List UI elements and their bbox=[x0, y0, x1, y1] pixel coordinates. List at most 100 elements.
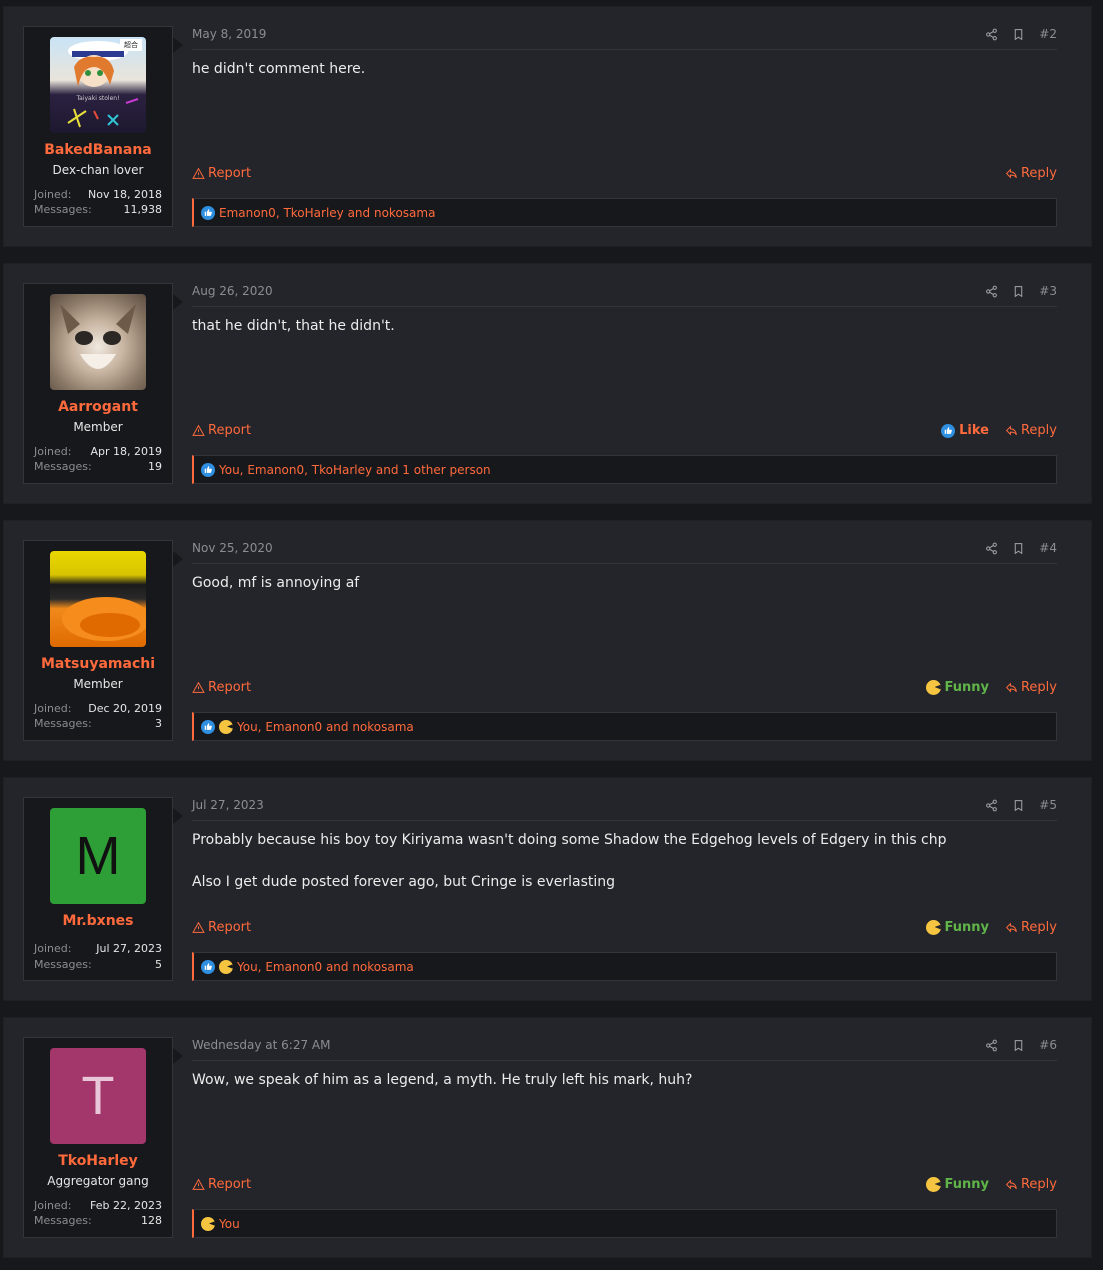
post-5: M Mr.bxnes Joined: Jul 27, 2023 Messages:… bbox=[3, 777, 1092, 1001]
joined-row: Joined: Nov 18, 2018 bbox=[34, 188, 162, 201]
reply-label: Reply bbox=[1020, 423, 1057, 438]
joined-row: Joined: Dec 20, 2019 bbox=[34, 702, 162, 715]
post-date[interactable]: Nov 25, 2020 bbox=[192, 541, 273, 555]
user-arrow bbox=[173, 1048, 183, 1064]
funny-reaction-icon bbox=[201, 1216, 215, 1231]
warning-icon bbox=[192, 921, 205, 934]
report-label: Report bbox=[208, 166, 252, 181]
report-label: Report bbox=[208, 920, 252, 935]
post-actions: Report Like Reply bbox=[192, 423, 1057, 443]
reply-button[interactable]: Reply bbox=[1005, 166, 1057, 181]
reactions-bar[interactable]: You bbox=[192, 1209, 1057, 1238]
post-date[interactable]: Jul 27, 2023 bbox=[192, 798, 264, 812]
reply-button[interactable]: Reply bbox=[1005, 920, 1057, 935]
messages-row: Messages: 11,938 bbox=[34, 203, 162, 216]
post-date[interactable]: May 8, 2019 bbox=[192, 27, 266, 41]
joined-row: Joined: Jul 27, 2023 bbox=[34, 942, 162, 955]
report-label: Report bbox=[208, 1177, 252, 1192]
reactions-bar[interactable]: You, Emanon0 and nokosama bbox=[192, 712, 1057, 741]
content-paragraph: Probably because his boy toy Kiriyama wa… bbox=[192, 832, 947, 848]
joined-label: Joined: bbox=[34, 445, 72, 458]
post-date[interactable]: Wednesday at 6:27 AM bbox=[192, 1038, 331, 1052]
reply-button[interactable]: Reply bbox=[1005, 423, 1057, 438]
messages-label: Messages: bbox=[34, 460, 92, 473]
post-number[interactable]: #6 bbox=[1039, 1038, 1057, 1052]
avatar[interactable]: T bbox=[50, 1048, 146, 1144]
username[interactable]: Matsuyamachi bbox=[24, 656, 172, 672]
avatar[interactable]: Taiyaki stolen! 超合 bbox=[50, 37, 146, 133]
like-icon bbox=[941, 423, 956, 438]
report-button[interactable]: Report bbox=[192, 920, 251, 935]
reactions-list[interactable]: You, Emanon0 and nokosama bbox=[237, 960, 414, 974]
like-button[interactable]: Like bbox=[941, 423, 989, 438]
share-icon[interactable] bbox=[985, 542, 998, 555]
report-button[interactable]: Report bbox=[192, 1177, 251, 1192]
reply-button[interactable]: Reply bbox=[1005, 1177, 1057, 1192]
reactions-list[interactable]: You bbox=[219, 1217, 240, 1231]
funny-label: Funny bbox=[944, 1177, 989, 1192]
joined-label: Joined: bbox=[34, 942, 72, 955]
funny-button[interactable]: Funny bbox=[925, 920, 989, 935]
username[interactable]: BakedBanana bbox=[24, 142, 172, 158]
joined-value: Nov 18, 2018 bbox=[88, 188, 162, 201]
username[interactable]: TkoHarley bbox=[24, 1153, 172, 1169]
reactions-bar[interactable]: Emanon0, TkoHarley and nokosama bbox=[192, 198, 1057, 227]
avatar[interactable] bbox=[50, 551, 146, 647]
avatar-caption: Taiyaki stolen! bbox=[76, 95, 120, 102]
post-meta: Nov 25, 2020 #4 bbox=[192, 541, 1057, 564]
post-date[interactable]: Aug 26, 2020 bbox=[192, 284, 273, 298]
warning-icon bbox=[192, 424, 205, 437]
user-title: Member bbox=[73, 677, 123, 691]
like-label: Like bbox=[959, 423, 989, 438]
avatar-badge: 超合 bbox=[124, 41, 138, 49]
report-button[interactable]: Report bbox=[192, 423, 251, 438]
joined-row: Joined: Apr 18, 2019 bbox=[34, 445, 162, 458]
joined-value: Feb 22, 2023 bbox=[90, 1199, 162, 1212]
share-icon[interactable] bbox=[985, 28, 998, 41]
report-label: Report bbox=[208, 423, 252, 438]
bookmark-icon[interactable] bbox=[1012, 799, 1025, 812]
joined-label: Joined: bbox=[34, 702, 72, 715]
messages-label: Messages: bbox=[34, 1214, 92, 1227]
avatar-letter: T bbox=[81, 1066, 115, 1126]
post-number[interactable]: #4 bbox=[1039, 541, 1057, 555]
share-icon[interactable] bbox=[985, 799, 998, 812]
report-button[interactable]: Report bbox=[192, 680, 251, 695]
post-meta: Jul 27, 2023 #5 bbox=[192, 798, 1057, 821]
reply-icon bbox=[1005, 921, 1018, 934]
reactions-list[interactable]: Emanon0, TkoHarley and nokosama bbox=[219, 206, 435, 220]
bookmark-icon[interactable] bbox=[1012, 1039, 1025, 1052]
messages-label: Messages: bbox=[34, 203, 92, 216]
share-icon[interactable] bbox=[985, 1039, 998, 1052]
reactions-bar[interactable]: You, Emanon0 and nokosama bbox=[192, 952, 1057, 981]
avatar[interactable]: M bbox=[50, 808, 146, 904]
post-number[interactable]: #2 bbox=[1039, 27, 1057, 41]
avatar[interactable] bbox=[50, 294, 146, 390]
warning-icon bbox=[192, 1178, 205, 1191]
funny-label: Funny bbox=[944, 680, 989, 695]
bookmark-icon[interactable] bbox=[1012, 285, 1025, 298]
funny-button[interactable]: Funny bbox=[925, 1177, 989, 1192]
bookmark-icon[interactable] bbox=[1012, 28, 1025, 41]
report-button[interactable]: Report bbox=[192, 166, 251, 181]
joined-row: Joined: Feb 22, 2023 bbox=[34, 1199, 162, 1212]
post-actions: Report Funny Reply bbox=[192, 920, 1057, 940]
bookmark-icon[interactable] bbox=[1012, 542, 1025, 555]
content-paragraph: Also I get dude posted forever ago, but … bbox=[192, 874, 616, 890]
user-card: M Mr.bxnes Joined: Jul 27, 2023 Messages:… bbox=[23, 797, 173, 981]
messages-value: 5 bbox=[155, 958, 162, 971]
avatar-image bbox=[62, 597, 146, 641]
user-card: Aarrogant Member Joined: Apr 18, 2019 Mes… bbox=[23, 283, 173, 484]
post-number[interactable]: #5 bbox=[1039, 798, 1057, 812]
reply-button[interactable]: Reply bbox=[1005, 680, 1057, 695]
reply-label: Reply bbox=[1020, 166, 1057, 181]
post-number[interactable]: #3 bbox=[1039, 284, 1057, 298]
username[interactable]: Aarrogant bbox=[24, 399, 172, 415]
share-icon[interactable] bbox=[985, 285, 998, 298]
username[interactable]: Mr.bxnes bbox=[24, 913, 172, 929]
funny-button[interactable]: Funny bbox=[925, 680, 989, 695]
post-2: Taiyaki stolen! 超合 BakedBanana Dex-chan … bbox=[3, 6, 1092, 247]
reactions-list[interactable]: You, Emanon0 and nokosama bbox=[237, 720, 414, 734]
reactions-list[interactable]: You, Emanon0, TkoHarley and 1 other pers… bbox=[219, 463, 491, 477]
reactions-bar[interactable]: You, Emanon0, TkoHarley and 1 other pers… bbox=[192, 455, 1057, 484]
